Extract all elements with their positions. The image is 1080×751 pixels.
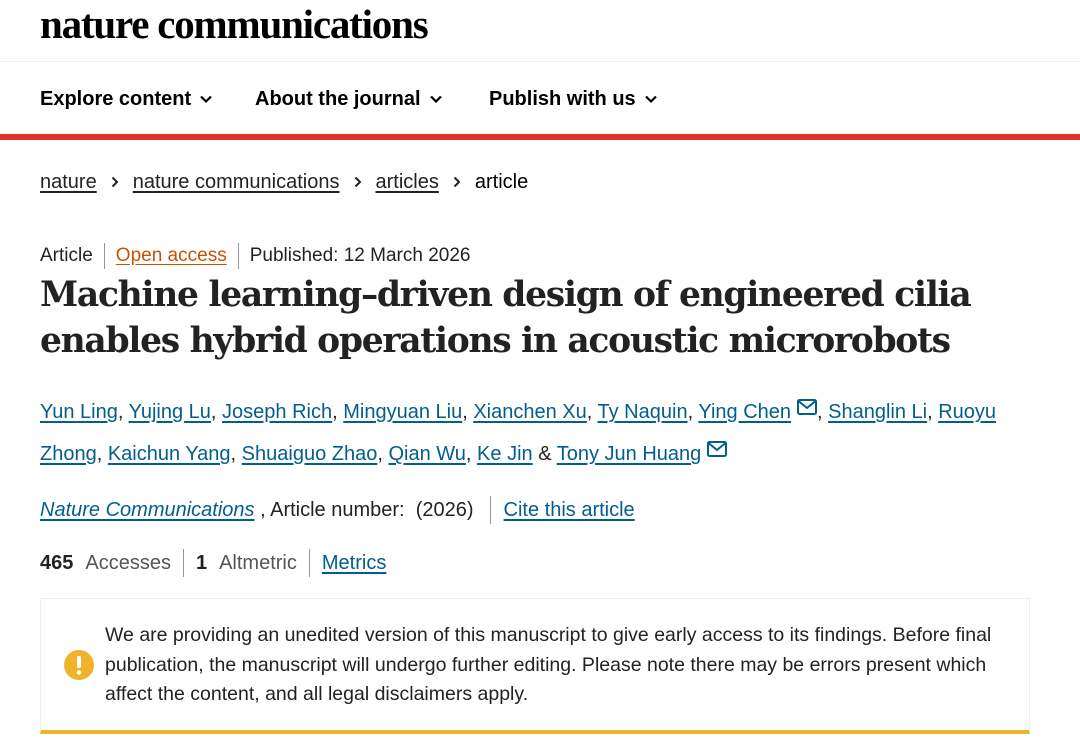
author-link[interactable]: Joseph Rich (222, 401, 332, 423)
author-separator: , (210, 401, 223, 423)
nav-about-journal[interactable]: About the journal (255, 87, 443, 111)
author-list: Yun Ling, Yujing Lu, Joseph Rich, Mingyu… (40, 391, 1040, 475)
author-separator: , (687, 401, 699, 423)
altmetric-count: 1 (195, 552, 208, 574)
breadcrumb: nature nature communications articles ar… (40, 169, 528, 195)
breadcrumb-articles[interactable]: articles (376, 169, 439, 195)
author-separator: & (532, 443, 557, 465)
author-separator: , (462, 401, 474, 423)
author-separator: , (465, 443, 478, 465)
nav-item-label: About the journal (255, 88, 421, 110)
author-link[interactable]: Yun Ling (40, 401, 118, 423)
chevron-down-icon (644, 95, 657, 104)
nav-explore-content[interactable]: Explore content (40, 87, 213, 111)
chevron-right-icon (111, 176, 119, 188)
meta-divider (103, 243, 105, 269)
nav-accent-rule (0, 134, 1080, 140)
article-metrics: 465 Accesses 1 Altmetric Metrics (40, 549, 386, 577)
author-separator: , (817, 401, 829, 423)
altmetric-label: Altmetric (219, 552, 297, 574)
author-separator: , (96, 443, 108, 465)
citation-divider (489, 496, 491, 524)
author-link[interactable]: Ke Jin (477, 443, 533, 465)
chevron-right-icon (453, 176, 461, 188)
metrics-divider (182, 549, 184, 577)
meta-divider (237, 243, 239, 269)
notice-text: We are providing an unedited version of … (105, 624, 992, 705)
nav-publish-with-us[interactable]: Publish with us (489, 87, 658, 111)
author-link[interactable]: Xianchen Xu (473, 401, 586, 423)
journal-citation-line: Nature Communications , Article number: … (40, 496, 635, 524)
author-link[interactable]: Tony Jun Huang (557, 443, 702, 465)
author-link[interactable]: Shuaiguo Zhao (242, 443, 378, 465)
main-nav: Explore content About the journal Publis… (0, 63, 1080, 133)
article-title: Machine learning–driven design of engine… (40, 275, 972, 361)
unedited-manuscript-notice: We are providing an unedited version of … (40, 598, 1030, 734)
nav-item-label: Explore content (40, 88, 192, 110)
article-type: Article (40, 245, 93, 266)
published-date: Published: 12 March 2026 (249, 245, 471, 266)
email-icon[interactable] (707, 441, 728, 457)
article-number-text: , Article number: (2026) (254, 499, 474, 521)
email-icon[interactable] (797, 399, 817, 415)
author-link[interactable]: Qian Wu (388, 443, 465, 465)
journal-link[interactable]: Nature Communications (40, 497, 255, 523)
chevron-down-icon (429, 95, 442, 104)
breadcrumb-nature[interactable]: nature (40, 169, 97, 195)
site-logo[interactable]: nature communications (40, 0, 429, 48)
open-access-link[interactable]: Open access (116, 243, 227, 269)
author-link[interactable]: Mingyuan Liu (343, 401, 462, 423)
author-separator: , (586, 401, 598, 423)
author-link[interactable]: Yujing Lu (129, 401, 211, 423)
metrics-divider (308, 549, 310, 577)
author-link[interactable]: Shanglin Li (828, 401, 927, 423)
accesses-count: 465 (40, 552, 74, 574)
author-separator: , (332, 401, 344, 423)
cite-this-article-link[interactable]: Cite this article (504, 497, 635, 523)
chevron-down-icon (200, 95, 212, 104)
site-header: nature communications (0, 0, 1080, 62)
author-separator: , (230, 443, 242, 465)
author-link[interactable]: Kaichun Yang (108, 443, 231, 465)
nav-item-label: Publish with us (489, 88, 636, 110)
warning-icon (64, 650, 94, 680)
breadcrumb-current: article (474, 171, 529, 193)
author-link[interactable]: Ty Naquin (598, 401, 688, 423)
accesses-label: Accesses (85, 552, 171, 574)
chevron-right-icon (354, 176, 361, 188)
author-separator: , (117, 401, 129, 423)
breadcrumb-nature-communications[interactable]: nature communications (133, 169, 340, 195)
author-link[interactable]: Ying Chen (698, 401, 791, 423)
metrics-link[interactable]: Metrics (322, 550, 386, 576)
author-separator: , (377, 443, 389, 465)
author-separator: , (927, 401, 939, 423)
article-meta: Article Open access Published: 12 March … (40, 243, 470, 269)
